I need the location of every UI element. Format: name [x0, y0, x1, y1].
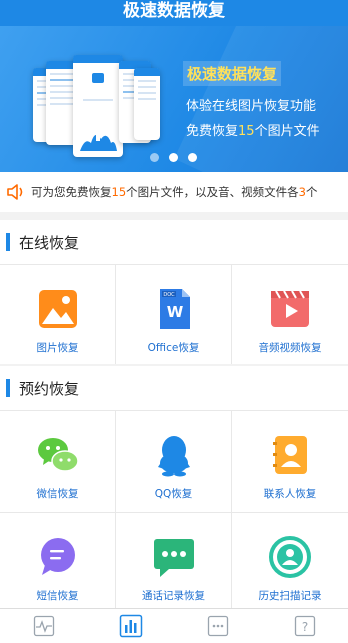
tab-more[interactable]: [205, 613, 231, 639]
contacts-recovery-button[interactable]: 联系人恢复: [232, 410, 348, 512]
image-icon: [38, 290, 77, 328]
upload-cloud-icon: [80, 73, 117, 151]
tab-help[interactable]: ?: [292, 613, 318, 639]
wechat-recovery-button[interactable]: 微信恢复: [0, 410, 116, 512]
carousel-dot-3[interactable]: [188, 153, 197, 162]
call-log-icon: [153, 539, 194, 577]
phone-mockup-back-right: [134, 68, 160, 140]
section-marker: [6, 233, 10, 251]
svg-text:W: W: [166, 303, 183, 321]
notice-media-count: 3: [298, 185, 306, 199]
carousel-dot-1[interactable]: [150, 153, 159, 162]
media-recovery-button[interactable]: 音频视频恢复: [232, 264, 348, 364]
image-recovery-button[interactable]: 图片恢复: [0, 264, 116, 364]
tab-monitor[interactable]: [31, 613, 57, 639]
qq-icon: [157, 436, 190, 477]
app-header: 极速数据恢复: [0, 0, 348, 26]
sms-icon: [40, 538, 75, 575]
chart-icon: [119, 614, 142, 638]
phone-mockup-center: [73, 55, 123, 157]
svg-text:DOC: DOC: [163, 292, 175, 298]
sms-recovery-button[interactable]: 短信恢复: [0, 512, 116, 608]
wechat-icon: [37, 438, 79, 472]
scan-history-icon: [269, 536, 311, 578]
promo-banner[interactable]: 极速数据恢复 体验在线图片恢复功能 免费恢复15个图片文件: [0, 26, 348, 172]
tab-recovery[interactable]: [118, 613, 144, 639]
office-recovery-button[interactable]: DOC W Office恢复: [116, 264, 232, 364]
banner-line-1: 体验在线图片恢复功能: [186, 99, 317, 114]
carousel-indicator[interactable]: [150, 153, 197, 162]
more-icon: [207, 615, 228, 637]
svg-text:?: ?: [301, 620, 307, 634]
reserve-recovery-grid: 微信恢复 QQ恢复 联系人恢复 短信恢复 通话记录恢复 历史扫描记录: [0, 410, 348, 608]
banner-title: 极速数据恢复: [183, 61, 282, 86]
contacts-icon: [273, 436, 307, 474]
speaker-icon: [7, 184, 23, 200]
help-icon: ?: [294, 615, 315, 637]
scan-history-button[interactable]: 历史扫描记录: [232, 512, 348, 608]
app-title: 极速数据恢复: [123, 1, 225, 21]
free-quota-notice: 可为您免费恢复 15 个图片文件，以及音、视频文件各 3 个: [0, 172, 348, 212]
pulse-icon: [33, 615, 54, 637]
banner-free-count: 15: [238, 124, 255, 139]
word-doc-icon: DOC W: [159, 289, 190, 329]
section-reserve-recovery: 预约恢复: [0, 366, 348, 410]
app-root: 极速数据恢复 极速数据恢复 体验在线图片恢复功能 免费恢复15个图片文件 可为您…: [0, 0, 348, 643]
video-icon: [271, 290, 309, 327]
bottom-tab-bar: ?: [0, 608, 348, 643]
section-marker: [6, 379, 10, 397]
notice-image-count: 15: [111, 185, 127, 199]
online-recovery-grid: 图片恢复 DOC W Office恢复 音频视频恢复: [0, 264, 348, 364]
call-log-recovery-button[interactable]: 通话记录恢复: [116, 512, 232, 608]
banner-line-2: 免费恢复15个图片文件: [186, 124, 320, 139]
section-online-recovery: 在线恢复: [0, 220, 348, 264]
carousel-dot-2[interactable]: [169, 153, 178, 162]
qq-recovery-button[interactable]: QQ恢复: [116, 410, 232, 512]
